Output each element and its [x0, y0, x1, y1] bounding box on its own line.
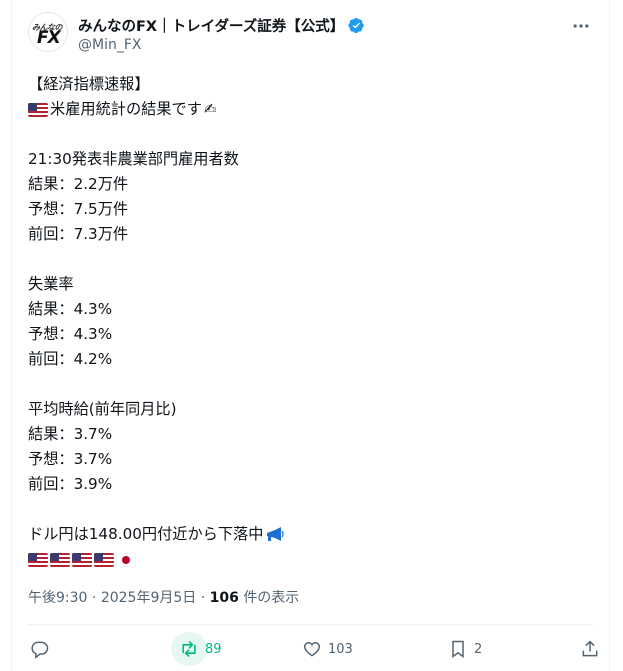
post-line-with-megaphone: ドル円は148.00円付近から下落中 [28, 522, 588, 547]
divider [28, 624, 593, 625]
like-count: 103 [328, 641, 353, 657]
post-line: 失業率 [28, 275, 74, 293]
post-meta: 午後9:30 · 2025年9月5日 · 106 件の表示 [28, 587, 299, 607]
verified-icon [348, 17, 365, 33]
bookmark-count: 2 [474, 641, 483, 657]
post-card: みんなの FX みんなのFX｜トレイダーズ証券【公式】 @Min_FX 【経済指… [11, 0, 610, 671]
japan-flag-icon [116, 552, 136, 567]
retweet-icon [182, 640, 196, 658]
share-icon [582, 640, 598, 657]
post-line: 【経済指標速報】 [28, 75, 150, 93]
post-date[interactable]: 2025年9月5日 [101, 590, 196, 606]
avatar-logo-fx: FX [37, 28, 61, 48]
post-line: 結果：4.3% [28, 300, 113, 318]
meta-separator: · [91, 590, 97, 606]
retweet-button[interactable]: 89 [171, 632, 222, 666]
post-line: 前回：7.3万件 [28, 225, 129, 243]
post-line: 前回：3.9% [28, 475, 113, 493]
post-line-with-flag: 米雇用統計の結果です ✍ [28, 97, 588, 122]
share-button[interactable] [580, 637, 600, 661]
post-line: ドル円は148.00円付近から下落中 [28, 525, 264, 543]
like-icon [303, 641, 321, 657]
writing-hand-icon: ✍ [203, 100, 217, 118]
post-line: 予想：7.5万件 [28, 200, 129, 218]
post-line: 予想：3.7% [28, 450, 113, 468]
us-flag-icon [28, 552, 48, 567]
views-label: 件の表示 [243, 590, 300, 606]
reply-button[interactable] [30, 637, 56, 661]
post-line: 結果：2.2万件 [28, 175, 129, 193]
avatar[interactable]: みんなの FX [28, 12, 68, 52]
post-line: 21:30発表非農業部門雇用者数 [28, 150, 239, 168]
megaphone-icon [267, 526, 285, 541]
us-flag-icon [72, 552, 92, 567]
display-name[interactable]: みんなのFX｜トレイダーズ証券【公式】 [78, 15, 344, 36]
us-flag-icon [28, 102, 48, 117]
views-count: 106 [209, 590, 239, 606]
post-line: 結果：3.7% [28, 425, 113, 443]
flag-row [28, 547, 588, 572]
post-line: 予想：4.3% [28, 325, 113, 343]
handle[interactable]: @Min_FX [78, 37, 365, 53]
meta-separator: · [200, 590, 206, 606]
like-button[interactable]: 103 [302, 637, 353, 661]
more-icon[interactable] [571, 16, 591, 36]
us-flag-icon [94, 552, 114, 567]
account-names: みんなのFX｜トレイダーズ証券【公式】 @Min_FX [78, 15, 365, 53]
us-flag-icon [50, 552, 70, 567]
post-header: みんなの FX みんなのFX｜トレイダーズ証券【公式】 @Min_FX [28, 12, 593, 56]
bookmark-icon [452, 640, 464, 658]
post-line: 平均時給(前年同月比) [28, 400, 177, 418]
post-line: 米雇用統計の結果です [50, 100, 202, 118]
retweet-count: 89 [205, 641, 222, 657]
post-line: 前回：4.2% [28, 350, 113, 368]
post-text: 【経済指標速報】 米雇用統計の結果です ✍ 21:30発表非農業部門雇用者数 結… [28, 72, 588, 572]
post-time[interactable]: 午後9:30 [28, 590, 87, 606]
action-bar: 89 103 2 [28, 632, 598, 666]
reply-icon [31, 641, 49, 659]
bookmark-button[interactable]: 2 [448, 637, 482, 661]
